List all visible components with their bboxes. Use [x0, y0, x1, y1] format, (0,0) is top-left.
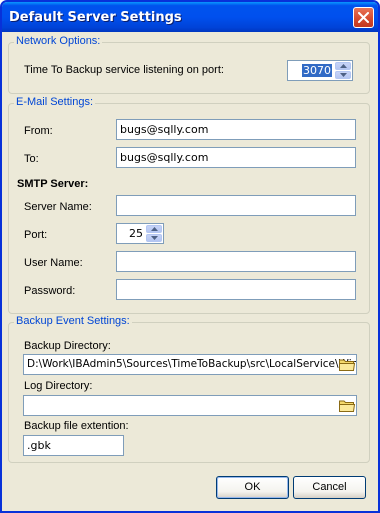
log-directory-input[interactable]: [23, 395, 357, 416]
folder-icon: [339, 359, 356, 371]
spin-down-button[interactable]: [335, 71, 351, 79]
network-options-legend: Network Options:: [14, 35, 103, 47]
smtp-port-spinner[interactable]: 25: [116, 223, 164, 244]
ok-button-label: OK: [244, 481, 261, 493]
ok-button[interactable]: OK: [216, 476, 289, 499]
user-name-label: User Name:: [24, 257, 83, 269]
close-icon: [358, 12, 369, 23]
smtp-port-up-button[interactable]: [146, 225, 162, 233]
window-title: Default Server Settings: [9, 10, 182, 25]
from-label: From:: [24, 125, 53, 137]
arrow-down-icon: [151, 236, 158, 240]
backup-settings-legend: Backup Event Settings:: [14, 315, 132, 327]
browse-backup-directory-button[interactable]: [338, 356, 356, 373]
network-options-group: Network Options: Time To Backup service …: [8, 35, 370, 94]
server-name-input[interactable]: [116, 195, 356, 216]
backup-directory-label: Backup Directory:: [24, 340, 111, 352]
smtp-server-heading: SMTP Server:: [17, 178, 89, 190]
email-settings-legend: E-Mail Settings:: [14, 96, 96, 108]
to-input[interactable]: bugs@sqlly.com: [116, 147, 356, 168]
arrow-up-icon: [340, 64, 347, 68]
cancel-button-label: Cancel: [312, 481, 347, 493]
log-directory-label: Log Directory:: [24, 380, 93, 392]
service-port-spinner[interactable]: 3070: [287, 60, 353, 81]
from-input[interactable]: bugs@sqlly.com: [116, 119, 356, 140]
dialog-window: Default Server Settings Network Options:…: [0, 0, 380, 513]
backup-directory-input[interactable]: D:\Work\IBAdmin5\Sources\TimeToBackup\sr…: [23, 354, 357, 375]
backup-extension-input[interactable]: .gbk: [23, 435, 124, 456]
server-name-label: Server Name:: [24, 201, 92, 213]
smtp-port-down-button[interactable]: [146, 234, 162, 242]
arrow-down-icon: [340, 73, 347, 77]
port-listen-label: Time To Backup service listening on port…: [24, 64, 224, 76]
password-label: Password:: [24, 285, 76, 297]
smtp-port-value: 25: [129, 227, 143, 240]
close-button[interactable]: [353, 7, 374, 28]
smtp-port-label: Port:: [24, 229, 48, 241]
backup-settings-group: Backup Event Settings: Backup Directory:…: [8, 315, 370, 463]
user-name-input[interactable]: [116, 251, 356, 272]
to-label: To:: [24, 153, 39, 165]
arrow-up-icon: [151, 227, 158, 231]
service-port-value: 3070: [302, 64, 332, 77]
folder-icon: [339, 400, 356, 412]
browse-log-directory-button[interactable]: [338, 397, 356, 414]
cancel-button[interactable]: Cancel: [293, 476, 366, 499]
backup-extension-label: Backup file extention:: [24, 420, 129, 432]
spin-up-button[interactable]: [335, 62, 351, 70]
title-bar[interactable]: Default Server Settings: [2, 2, 378, 32]
email-settings-group: E-Mail Settings: From: bugs@sqlly.com To…: [8, 96, 370, 314]
password-input[interactable]: [116, 279, 356, 300]
